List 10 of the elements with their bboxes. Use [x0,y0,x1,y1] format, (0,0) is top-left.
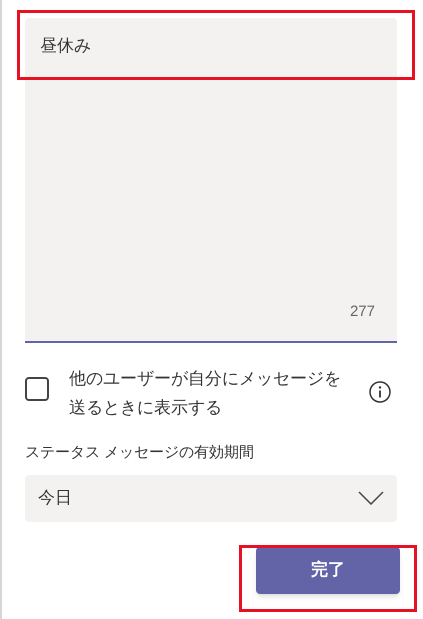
done-button[interactable]: 完了 [256,546,400,594]
character-count: 277 [350,302,375,322]
checkbox[interactable] [25,377,49,401]
message-text: 昼休み [40,35,92,57]
expiry-label: ステータス メッセージの有効期間 [25,443,256,463]
message-field[interactable]: 昼休み 277 [25,18,397,343]
expiry-dropdown[interactable]: 今日 [25,474,397,522]
info-icon[interactable] [369,381,391,403]
checkbox-label: 他のユーザーが自分にメッセージを送るときに表示する [69,368,342,419]
chevron-down-icon [358,491,384,505]
